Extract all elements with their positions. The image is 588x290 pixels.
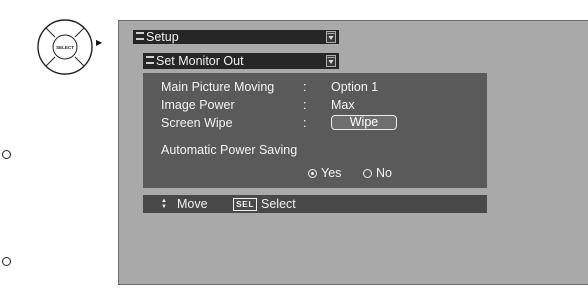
- select-hint: Select: [261, 197, 296, 211]
- setting-label: Main Picture Moving: [161, 80, 275, 94]
- menu-title: Setup: [146, 30, 179, 44]
- move-hint: Move: [177, 197, 208, 211]
- setting-row-screen-wipe: Screen Wipe : Wipe: [143, 115, 487, 131]
- setting-label: Image Power: [161, 98, 235, 112]
- setting-separator: :: [303, 80, 307, 94]
- option-label: No: [376, 166, 392, 180]
- menu-marker-icon: [146, 56, 154, 64]
- option-label: Yes: [321, 166, 342, 180]
- right-arrow-icon: ▶: [96, 38, 103, 47]
- select-key-label: SELECT: [56, 45, 74, 50]
- setting-value: Max: [331, 98, 355, 112]
- setting-separator: :: [303, 98, 307, 112]
- up-down-arrow-icon: ▲ ▼: [161, 198, 167, 210]
- set-monitor-out-bar[interactable]: Set Monitor Out: [143, 53, 339, 69]
- settings-panel: Main Picture Moving : Option 1 Image Pow…: [143, 73, 487, 188]
- dropdown-arrow-icon: [326, 31, 336, 43]
- setting-value: Option 1: [331, 80, 379, 94]
- setting-row-main-picture-moving[interactable]: Main Picture Moving : Option 1: [143, 80, 487, 95]
- setup-menu-bar[interactable]: Setup: [133, 30, 339, 44]
- margin-dot: [2, 257, 11, 266]
- radio-selected-icon: [308, 169, 317, 178]
- menu-marker-icon: [136, 32, 144, 40]
- submenu-title: Set Monitor Out: [156, 54, 244, 68]
- dropdown-arrow-icon: [326, 55, 336, 67]
- power-saving-option-yes[interactable]: Yes: [308, 166, 341, 181]
- setting-label: Screen Wipe: [161, 116, 233, 130]
- power-saving-label: Automatic Power Saving: [161, 143, 298, 157]
- power-saving-option-no[interactable]: No: [363, 166, 392, 181]
- dpad-icon: SELECT: [37, 19, 93, 75]
- sel-key-icon: SEL: [233, 198, 258, 211]
- setting-row-image-power[interactable]: Image Power : Max: [143, 98, 487, 113]
- setting-separator: :: [303, 116, 307, 130]
- screen: Setup Set Monitor Out Main Picture Movin…: [118, 20, 588, 285]
- radio-unselected-icon: [363, 169, 372, 178]
- margin-dot: [2, 150, 11, 159]
- remote-dpad[interactable]: SELECT: [36, 18, 94, 76]
- wipe-button[interactable]: Wipe: [331, 115, 397, 130]
- help-bar: ▲ ▼ Move SEL Select: [143, 195, 487, 213]
